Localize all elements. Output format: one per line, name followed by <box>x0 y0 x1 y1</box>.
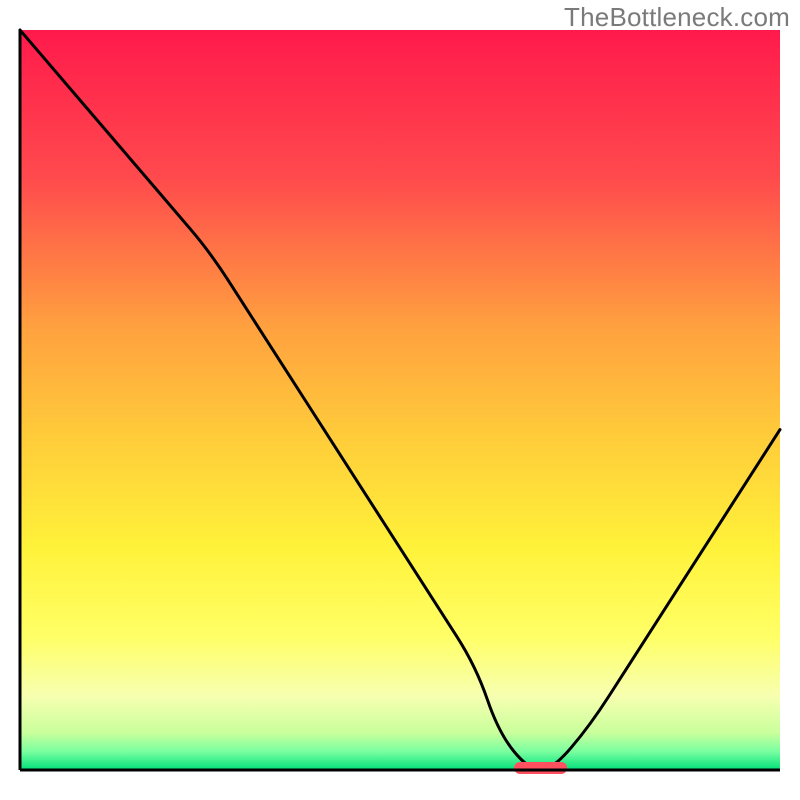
watermark-text: TheBottleneck.com <box>564 2 790 33</box>
chart-svg <box>0 0 800 800</box>
gradient-background <box>20 30 780 770</box>
chart-container: TheBottleneck.com <box>0 0 800 800</box>
optimal-marker <box>514 762 567 774</box>
plot-area <box>20 30 780 774</box>
